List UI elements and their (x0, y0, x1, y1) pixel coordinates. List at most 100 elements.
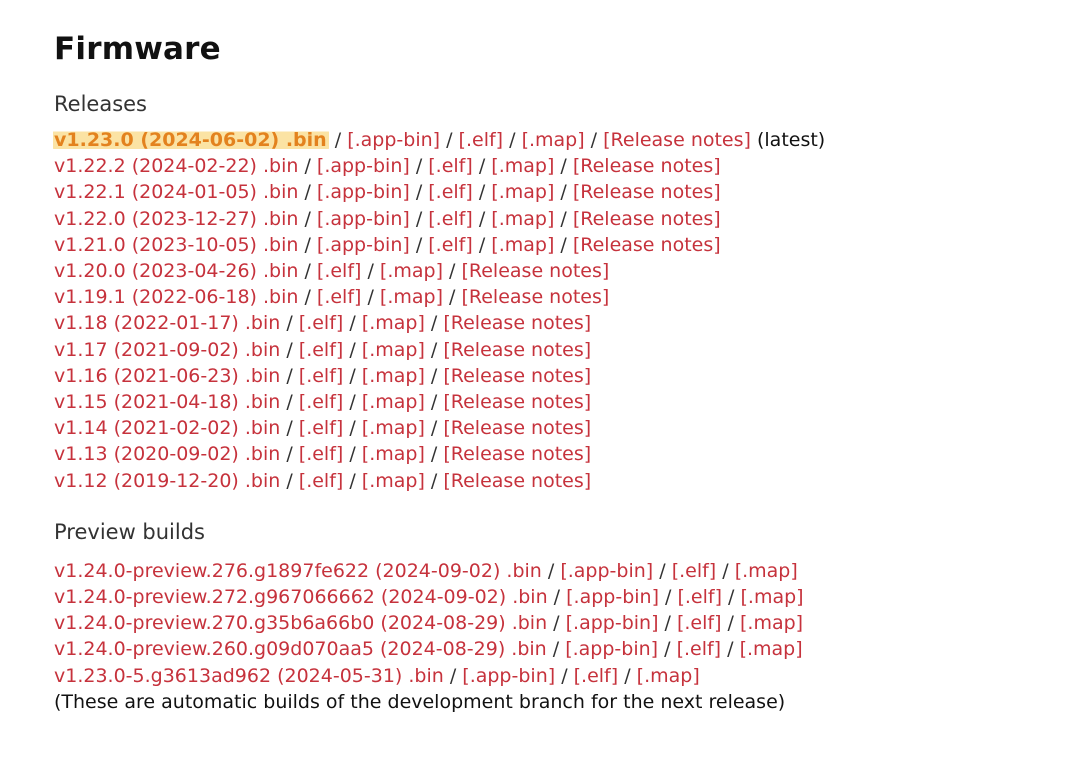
link-separator: / (409, 181, 429, 204)
release-elf-link[interactable]: [.elf] (317, 286, 362, 308)
release-elf-link[interactable]: [.elf] (428, 234, 473, 256)
release-notes-link[interactable]: [Release notes] (443, 365, 591, 387)
release-elf-link[interactable]: [.elf] (317, 260, 362, 282)
preview-map-link[interactable]: [.map] (735, 560, 798, 582)
release-elf-link[interactable]: [.elf] (299, 312, 344, 334)
link-separator: / (554, 233, 573, 256)
release-map-link[interactable]: [.map] (522, 129, 585, 151)
release-notes-link[interactable]: [Release notes] (461, 260, 609, 282)
preview-bin-link[interactable]: v1.24.0-preview.270.g35b6a66b0 (2024-08-… (54, 612, 547, 634)
release-map-link[interactable]: [.map] (380, 286, 443, 308)
release-bin-link[interactable]: v1.12 (2019-12-20) .bin (54, 470, 280, 492)
preview-map-link[interactable]: [.map] (740, 612, 803, 634)
release-bin-link[interactable]: v1.22.2 (2024-02-22) .bin (54, 155, 298, 177)
release-notes-link[interactable]: [Release notes] (443, 339, 591, 361)
release-notes-link[interactable]: [Release notes] (443, 312, 591, 334)
release-map-link[interactable]: [.map] (362, 443, 425, 465)
preview-elf-link[interactable]: [.elf] (574, 665, 619, 687)
preview-builds-note: (These are automatic builds of the devel… (54, 690, 786, 713)
release-map-link[interactable]: [.map] (491, 234, 554, 256)
preview-bin-link[interactable]: v1.24.0-preview.272.g967066662 (2024-09-… (54, 586, 548, 608)
link-separator: / (554, 155, 573, 178)
link-separator: / (440, 129, 459, 151)
release-map-link[interactable]: [.map] (362, 391, 425, 413)
link-separator: / (280, 443, 299, 466)
release-map-link[interactable]: [.map] (362, 470, 425, 492)
preview-builds-heading: Preview builds (54, 519, 205, 544)
release-elf-link[interactable]: [.elf] (428, 208, 473, 230)
release-bin-link[interactable]: v1.23.0 (2024-06-02) .bin (53, 129, 329, 151)
link-separator: / (361, 286, 380, 309)
link-separator: / (472, 207, 492, 230)
link-separator: / (472, 181, 492, 204)
release-bin-link[interactable]: v1.15 (2021-04-18) .bin (54, 391, 280, 413)
link-separator: / (716, 559, 735, 582)
release-map-link[interactable]: [.map] (362, 312, 425, 334)
preview-map-link[interactable]: [.map] (740, 638, 803, 660)
release-map-link[interactable]: [.map] (362, 339, 425, 361)
release-elf-link[interactable]: [.elf] (299, 470, 344, 492)
release-notes-link[interactable]: [Release notes] (573, 234, 721, 256)
release-notes-link[interactable]: [Release notes] (443, 443, 591, 465)
release-bin-link[interactable]: v1.17 (2021-09-02) .bin (54, 339, 280, 361)
release-app-bin-link[interactable]: [.app-bin] (317, 155, 410, 177)
release-map-link[interactable]: [.map] (362, 417, 425, 439)
preview-bin-link[interactable]: v1.24.0-preview.276.g1897fe622 (2024-09-… (54, 560, 542, 582)
release-elf-link[interactable]: [.elf] (299, 365, 344, 387)
preview-map-link[interactable]: [.map] (637, 665, 700, 687)
release-notes-link[interactable]: [Release notes] (443, 470, 591, 492)
release-app-bin-link[interactable]: [.app-bin] (317, 234, 410, 256)
release-bin-link[interactable]: v1.19.1 (2022-06-18) .bin (54, 286, 298, 308)
release-bin-link[interactable]: v1.22.0 (2023-12-27) .bin (54, 208, 298, 230)
release-app-bin-link[interactable]: [.app-bin] (317, 208, 410, 230)
release-map-link[interactable]: [.map] (491, 208, 554, 230)
preview-app-bin-link[interactable]: [.app-bin] (566, 612, 659, 634)
release-notes-link[interactable]: [Release notes] (443, 417, 591, 439)
preview-build-row: v1.24.0-preview.260.g09d070aa5 (2024-08-… (54, 636, 1054, 662)
preview-elf-link[interactable]: [.elf] (677, 586, 722, 608)
link-separator: / (472, 155, 492, 178)
preview-app-bin-link[interactable]: [.app-bin] (560, 560, 653, 582)
release-elf-link[interactable]: [.elf] (299, 391, 344, 413)
preview-bin-link[interactable]: v1.23.0-5.g3613ad962 (2024-05-31) .bin (54, 665, 444, 687)
link-separator: / (424, 469, 444, 492)
release-map-link[interactable]: [.map] (362, 365, 425, 387)
release-notes-link[interactable]: [Release notes] (573, 181, 721, 203)
preview-elf-link[interactable]: [.elf] (677, 612, 722, 634)
preview-elf-link[interactable]: [.elf] (672, 560, 717, 582)
link-separator: / (424, 417, 444, 440)
release-bin-link[interactable]: v1.18 (2022-01-17) .bin (54, 312, 280, 334)
link-separator: / (298, 286, 317, 309)
link-separator: / (555, 664, 574, 687)
release-elf-link[interactable]: [.elf] (428, 155, 473, 177)
release-map-link[interactable]: [.map] (491, 155, 554, 177)
release-notes-link[interactable]: [Release notes] (603, 129, 751, 151)
release-map-link[interactable]: [.map] (380, 260, 443, 282)
release-bin-link[interactable]: v1.14 (2021-02-02) .bin (54, 417, 280, 439)
preview-bin-link[interactable]: v1.24.0-preview.260.g09d070aa5 (2024-08-… (54, 638, 547, 660)
release-elf-link[interactable]: [.elf] (428, 181, 473, 203)
release-map-link[interactable]: [.map] (491, 181, 554, 203)
release-notes-link[interactable]: [Release notes] (573, 208, 721, 230)
release-elf-link[interactable]: [.elf] (299, 443, 344, 465)
preview-app-bin-link[interactable]: [.app-bin] (565, 638, 658, 660)
release-notes-link[interactable]: [Release notes] (443, 391, 591, 413)
link-separator: / (298, 260, 317, 283)
release-elf-link[interactable]: [.elf] (459, 129, 504, 151)
release-app-bin-link[interactable]: [.app-bin] (347, 129, 440, 151)
release-bin-link[interactable]: v1.13 (2020-09-02) .bin (54, 443, 280, 465)
release-bin-link[interactable]: v1.22.1 (2024-01-05) .bin (54, 181, 298, 203)
release-bin-link[interactable]: v1.21.0 (2023-10-05) .bin (54, 234, 298, 256)
preview-elf-link[interactable]: [.elf] (677, 638, 722, 660)
release-bin-link[interactable]: v1.16 (2021-06-23) .bin (54, 365, 280, 387)
preview-app-bin-link[interactable]: [.app-bin] (566, 586, 659, 608)
release-bin-link[interactable]: v1.20.0 (2023-04-26) .bin (54, 260, 298, 282)
release-elf-link[interactable]: [.elf] (299, 339, 344, 361)
release-elf-link[interactable]: [.elf] (299, 417, 344, 439)
preview-build-row: v1.24.0-preview.276.g1897fe622 (2024-09-… (54, 558, 1054, 584)
release-notes-link[interactable]: [Release notes] (461, 286, 609, 308)
preview-app-bin-link[interactable]: [.app-bin] (462, 665, 555, 687)
release-app-bin-link[interactable]: [.app-bin] (317, 181, 410, 203)
release-notes-link[interactable]: [Release notes] (573, 155, 721, 177)
preview-map-link[interactable]: [.map] (741, 586, 804, 608)
